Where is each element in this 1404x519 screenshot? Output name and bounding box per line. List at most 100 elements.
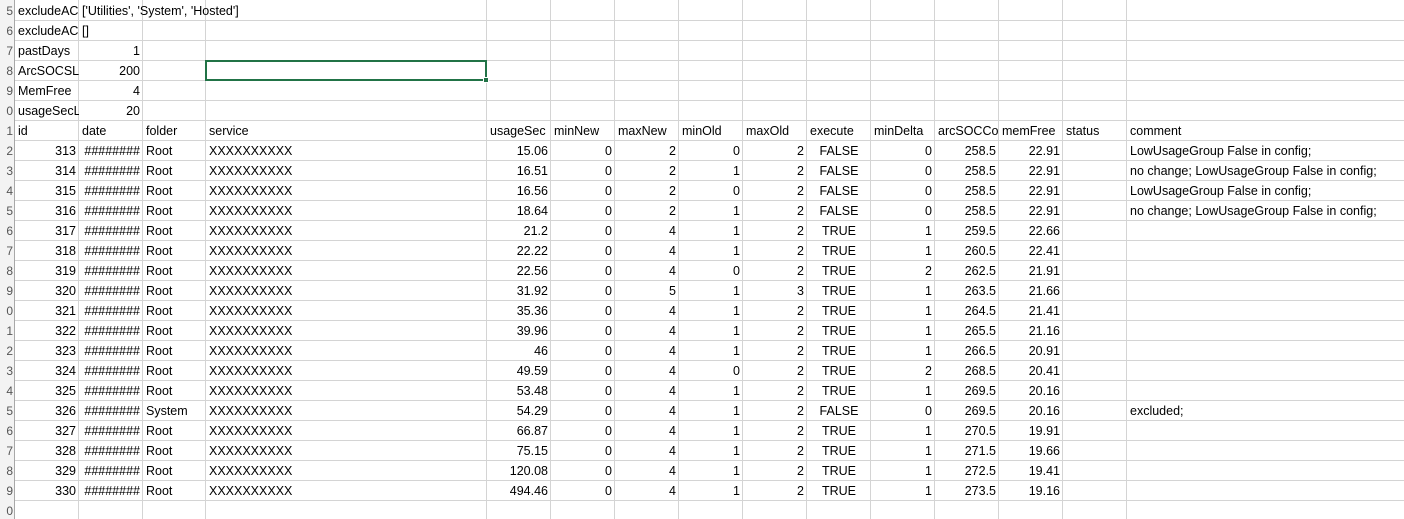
data-cell-service[interactable]: XXXXXXXXXX [206, 481, 487, 501]
data-cell-id[interactable]: 327 [15, 421, 79, 441]
data-cell-memfree[interactable]: 19.66 [999, 441, 1063, 461]
data-cell-maxnew[interactable]: 4 [615, 401, 679, 421]
data-cell-comment[interactable]: LowUsageGroup False in config; [1127, 141, 1314, 161]
row-number[interactable]: 4 [0, 181, 13, 201]
row-number[interactable]: 6 [0, 421, 13, 441]
data-cell-maxnew[interactable]: 4 [615, 341, 679, 361]
data-cell-mindelta[interactable]: 2 [871, 261, 935, 281]
data-cell-execute[interactable]: FALSE [807, 141, 871, 161]
data-cell-maxnew[interactable]: 4 [615, 421, 679, 441]
data-cell-status[interactable] [1063, 341, 1127, 361]
config-value-cell[interactable]: ['Utilities', 'System', 'Hosted'] [79, 1, 242, 21]
data-cell-folder[interactable]: Root [143, 221, 206, 241]
data-cell-date[interactable]: ######## [79, 321, 143, 341]
data-cell-maxold[interactable]: 2 [743, 241, 807, 261]
config-value-cell[interactable]: 200 [79, 61, 143, 81]
data-cell-maxold[interactable]: 2 [743, 161, 807, 181]
data-cell-usagesec[interactable]: 35.36 [487, 301, 551, 321]
row-number[interactable]: 8 [0, 461, 13, 481]
data-cell-usagesec[interactable]: 494.46 [487, 481, 551, 501]
data-cell-date[interactable]: ######## [79, 441, 143, 461]
row-number[interactable]: 0 [0, 501, 13, 519]
data-cell-memfree[interactable]: 20.16 [999, 381, 1063, 401]
data-cell-memfree[interactable]: 22.91 [999, 181, 1063, 201]
data-cell-execute[interactable]: TRUE [807, 341, 871, 361]
config-key-cell[interactable]: usageSecL [15, 101, 79, 121]
data-cell-maxold[interactable]: 2 [743, 141, 807, 161]
data-cell-folder[interactable]: Root [143, 161, 206, 181]
data-cell-maxnew[interactable]: 4 [615, 361, 679, 381]
data-cell-folder[interactable]: Root [143, 201, 206, 221]
data-cell-memfree[interactable]: 22.41 [999, 241, 1063, 261]
data-cell-execute[interactable]: TRUE [807, 241, 871, 261]
data-cell-date[interactable]: ######## [79, 241, 143, 261]
data-cell-usagesec[interactable]: 18.64 [487, 201, 551, 221]
data-cell-id[interactable]: 315 [15, 181, 79, 201]
column-header-id[interactable]: id [15, 121, 79, 141]
data-cell-mindelta[interactable]: 1 [871, 381, 935, 401]
data-cell-maxold[interactable]: 2 [743, 481, 807, 501]
selected-cell[interactable] [205, 60, 487, 81]
data-cell-id[interactable]: 319 [15, 261, 79, 281]
row-number[interactable]: 6 [0, 221, 13, 241]
data-cell-execute[interactable]: TRUE [807, 381, 871, 401]
data-cell-arcsoccount[interactable]: 262.5 [935, 261, 999, 281]
data-cell-usagesec[interactable]: 66.87 [487, 421, 551, 441]
data-cell-minold[interactable]: 1 [679, 161, 743, 181]
data-cell-date[interactable]: ######## [79, 161, 143, 181]
data-cell-arcsoccount[interactable]: 266.5 [935, 341, 999, 361]
row-number[interactable]: 7 [0, 441, 13, 461]
data-cell-mindelta[interactable]: 1 [871, 341, 935, 361]
data-cell-comment[interactable] [1127, 221, 1133, 241]
data-cell-minnew[interactable]: 0 [551, 201, 615, 221]
data-cell-maxold[interactable]: 2 [743, 461, 807, 481]
data-cell-maxold[interactable]: 2 [743, 181, 807, 201]
data-cell-date[interactable]: ######## [79, 361, 143, 381]
data-cell-maxnew[interactable]: 4 [615, 301, 679, 321]
config-value-cell[interactable]: [] [79, 21, 92, 41]
column-header-mindelta[interactable]: minDelta [871, 121, 935, 141]
data-cell-execute[interactable]: FALSE [807, 181, 871, 201]
data-cell-status[interactable] [1063, 301, 1127, 321]
data-cell-minnew[interactable]: 0 [551, 161, 615, 181]
data-cell-service[interactable]: XXXXXXXXXX [206, 341, 487, 361]
data-cell-minnew[interactable]: 0 [551, 361, 615, 381]
data-cell-mindelta[interactable]: 1 [871, 461, 935, 481]
data-cell-status[interactable] [1063, 261, 1127, 281]
data-cell-minnew[interactable]: 0 [551, 141, 615, 161]
data-cell-comment[interactable] [1127, 301, 1133, 321]
data-cell-comment[interactable]: LowUsageGroup False in config; [1127, 181, 1314, 201]
data-cell-arcsoccount[interactable]: 272.5 [935, 461, 999, 481]
row-number[interactable]: 0 [0, 101, 13, 121]
data-cell-folder[interactable]: Root [143, 301, 206, 321]
data-cell-date[interactable]: ######## [79, 221, 143, 241]
data-cell-folder[interactable]: Root [143, 241, 206, 261]
data-cell-id[interactable]: 325 [15, 381, 79, 401]
row-number[interactable]: 6 [0, 21, 13, 41]
data-cell-id[interactable]: 321 [15, 301, 79, 321]
data-cell-memfree[interactable]: 21.16 [999, 321, 1063, 341]
data-cell-memfree[interactable]: 19.41 [999, 461, 1063, 481]
data-cell-mindelta[interactable]: 1 [871, 281, 935, 301]
config-value-cell[interactable]: 4 [79, 81, 143, 101]
data-cell-minold[interactable]: 1 [679, 441, 743, 461]
data-cell-service[interactable]: XXXXXXXXXX [206, 241, 487, 261]
data-cell-service[interactable]: XXXXXXXXXX [206, 321, 487, 341]
data-cell-folder[interactable]: System [143, 401, 206, 421]
row-number[interactable]: 3 [0, 161, 13, 181]
data-cell-mindelta[interactable]: 0 [871, 181, 935, 201]
row-number[interactable]: 4 [0, 381, 13, 401]
data-cell-folder[interactable]: Root [143, 461, 206, 481]
data-cell-folder[interactable]: Root [143, 381, 206, 401]
data-cell-minnew[interactable]: 0 [551, 181, 615, 201]
data-cell-service[interactable]: XXXXXXXXXX [206, 361, 487, 381]
data-cell-folder[interactable]: Root [143, 181, 206, 201]
column-header-minold[interactable]: minOld [679, 121, 743, 141]
data-cell-maxold[interactable]: 2 [743, 201, 807, 221]
data-cell-arcsoccount[interactable]: 263.5 [935, 281, 999, 301]
data-cell-execute[interactable]: TRUE [807, 481, 871, 501]
data-cell-status[interactable] [1063, 421, 1127, 441]
data-cell-status[interactable] [1063, 281, 1127, 301]
row-number[interactable]: 2 [0, 341, 13, 361]
data-cell-arcsoccount[interactable]: 259.5 [935, 221, 999, 241]
